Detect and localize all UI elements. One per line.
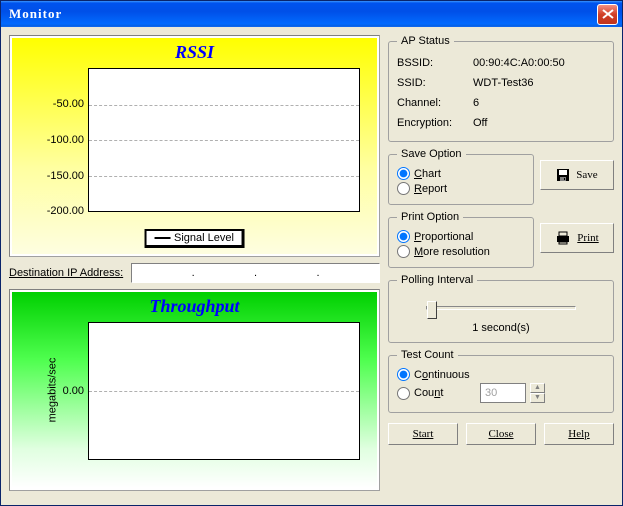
throughput-plot-area <box>88 322 360 460</box>
polling-legend: Polling Interval <box>397 274 477 286</box>
rssi-legend: Signal Level <box>144 229 245 248</box>
destination-ip-input[interactable]: . . . <box>131 263 380 283</box>
monitor-window: Monitor RSSI -50.00 -100.00 -150.00 -200… <box>0 0 623 506</box>
save-icon <box>556 168 570 182</box>
rssi-chart-frame: RSSI -50.00 -100.00 -150.00 -200.00 Sign… <box>9 35 380 257</box>
close-icon[interactable] <box>597 4 618 25</box>
slider-thumb-icon[interactable] <box>427 301 437 319</box>
throughput-chart: Throughput megabits/sec 0.00 <box>12 292 377 488</box>
ssid-label: SSID: <box>397 77 473 89</box>
help-button[interactable]: Help <box>544 423 614 445</box>
save-option-legend: Save Option <box>397 148 466 160</box>
continuous-radio[interactable] <box>397 368 410 381</box>
count-spinner[interactable]: ▲ ▼ <box>530 383 545 403</box>
rssi-ylabel-2: -150.00 <box>12 170 84 182</box>
print-button-label: Print <box>577 232 598 244</box>
rssi-legend-label: Signal Level <box>174 232 234 244</box>
test-count-legend: Test Count <box>397 349 458 361</box>
rssi-ylabel-0: -50.00 <box>12 98 84 110</box>
continuous-label[interactable]: Continuous <box>414 369 470 381</box>
polling-interval-group: Polling Interval 1 second(s) <box>388 274 614 343</box>
left-column: RSSI -50.00 -100.00 -150.00 -200.00 Sign… <box>9 35 380 497</box>
rssi-plot-area <box>88 68 360 212</box>
start-button[interactable]: Start <box>388 423 458 445</box>
destination-row: Destination IP Address: . . . <box>9 263 380 283</box>
save-chart-radio[interactable] <box>397 167 410 180</box>
rssi-ylabel-1: -100.00 <box>12 134 84 146</box>
save-chart-label[interactable]: CCharthart <box>414 168 441 180</box>
spin-down-icon[interactable]: ▼ <box>530 393 545 403</box>
titlebar[interactable]: Monitor <box>1 1 622 27</box>
ap-status-group: AP Status BSSID:00:90:4C:A0:00:50 SSID:W… <box>388 35 614 142</box>
spin-up-icon[interactable]: ▲ <box>530 383 545 393</box>
count-label[interactable]: Count <box>414 387 476 399</box>
bottom-button-row: Start Close Help <box>388 419 614 445</box>
save-button-label: Save <box>576 169 597 181</box>
test-count-group: Test Count Continuous Count ▲ ▼ <box>388 349 614 413</box>
count-radio[interactable] <box>397 387 410 400</box>
close-button[interactable]: Close <box>466 423 536 445</box>
polling-slider[interactable] <box>426 306 576 310</box>
throughput-ytick: 0.00 <box>12 385 84 397</box>
count-input[interactable] <box>480 383 526 403</box>
rssi-title: RSSI <box>12 38 377 63</box>
save-option-group: Save Option CCharthart Report <box>388 148 534 205</box>
save-report-radio[interactable] <box>397 182 410 195</box>
bssid-label: BSSID: <box>397 57 473 69</box>
ap-status-legend: AP Status <box>397 35 454 47</box>
save-report-label[interactable]: Report <box>414 183 447 195</box>
print-button[interactable]: Print <box>540 223 614 253</box>
bssid-value: 00:90:4C:A0:00:50 <box>473 57 565 69</box>
ssid-value: WDT-Test36 <box>473 77 534 89</box>
save-button[interactable]: Save <box>540 160 614 190</box>
rssi-ylabel-3: -200.00 <box>12 205 84 217</box>
print-option-group: Print Option Proportional More resolutio… <box>388 211 534 268</box>
throughput-chart-frame: Throughput megabits/sec 0.00 <box>9 289 380 491</box>
print-moreres-label[interactable]: More resolution <box>414 246 490 258</box>
window-title: Monitor <box>5 6 597 22</box>
print-option-legend: Print Option <box>397 211 463 223</box>
throughput-title: Throughput <box>12 292 377 317</box>
encryption-label: Encryption: <box>397 117 473 129</box>
channel-value: 6 <box>473 97 479 109</box>
print-moreres-radio[interactable] <box>397 245 410 258</box>
client-area: RSSI -50.00 -100.00 -150.00 -200.00 Sign… <box>1 27 622 505</box>
print-proportional-radio[interactable] <box>397 230 410 243</box>
channel-label: Channel: <box>397 97 473 109</box>
right-column: AP Status BSSID:00:90:4C:A0:00:50 SSID:W… <box>388 35 614 497</box>
destination-label: Destination IP Address: <box>9 267 123 279</box>
print-icon <box>555 231 571 245</box>
print-proportional-label[interactable]: Proportional <box>414 231 473 243</box>
encryption-value: Off <box>473 117 487 129</box>
rssi-chart: RSSI -50.00 -100.00 -150.00 -200.00 Sign… <box>12 38 377 254</box>
